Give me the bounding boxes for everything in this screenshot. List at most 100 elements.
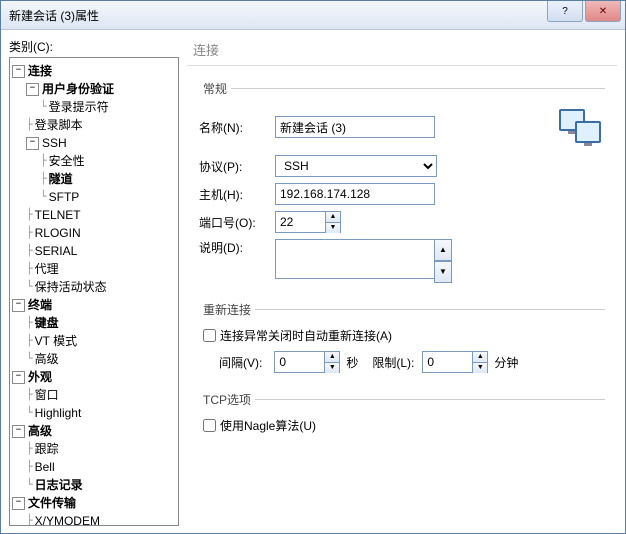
tree-branch-icon: ├ [40,152,47,170]
tree-telnet[interactable]: ├TELNET [12,206,176,224]
settings-panel: 连接 常规 名称(N): 协议(P): SSH [187,38,617,526]
tree-branch-icon: ├ [26,116,33,134]
tree-tunnel[interactable]: ├隧道 [12,170,176,188]
tree-branch-icon: ├ [26,224,33,242]
window-buttons: ? ✕ [545,1,621,22]
tree-security[interactable]: ├安全性 [12,152,176,170]
tree-keepalive[interactable]: └保持活动状态 [12,278,176,296]
dialog-body: 类别(C): −连接 −用户身份验证 └登录提示符 ├登录脚本 −SSH ├安全… [1,30,625,534]
tree-branch-icon: └ [26,476,33,494]
category-tree: −连接 −用户身份验证 └登录提示符 ├登录脚本 −SSH ├安全性 ├隧道 └… [9,57,179,526]
reconnect-checkbox[interactable] [203,329,216,342]
collapse-icon[interactable]: − [12,497,25,510]
interval-unit: 秒 [346,354,358,371]
tree-window[interactable]: ├窗口 [12,386,176,404]
tree-branch-icon: ├ [26,314,33,332]
tree-serial[interactable]: ├SERIAL [12,242,176,260]
tree-trace[interactable]: ├跟踪 [12,440,176,458]
port-label: 端口号(O): [199,214,275,231]
collapse-icon[interactable]: − [12,425,25,438]
interval-up-button[interactable]: ▲ [325,352,339,363]
dialog-window: 新建会话 (3)属性 ? ✕ 类别(C): −连接 −用户身份验证 └登录提示符… [0,0,626,534]
tcp-legend: TCP选项 [199,391,255,408]
tree-sftp[interactable]: └SFTP [12,188,176,206]
tree-branch-icon: ├ [26,260,33,278]
tree-advanced[interactable]: −高级 [12,422,176,440]
tcp-group: TCP选项 使用Nagle算法(U) [199,391,605,443]
tree-rlogin[interactable]: ├RLOGIN [12,224,176,242]
reconnect-chk-label: 连接异常关闭时自动重新连接(A) [220,327,392,344]
reconnect-legend: 重新连接 [199,301,255,318]
tree-proxy[interactable]: ├代理 [12,260,176,278]
interval-down-button[interactable]: ▼ [325,363,339,373]
collapse-icon[interactable]: − [12,371,25,384]
host-label: 主机(H): [199,186,275,203]
port-up-button[interactable]: ▲ [326,212,340,223]
close-button[interactable]: ✕ [585,1,621,22]
tree-ssh[interactable]: −SSH [12,134,176,152]
collapse-icon[interactable]: − [26,83,39,96]
general-legend: 常规 [199,80,231,97]
desc-label: 说明(D): [199,239,275,256]
protocol-label: 协议(P): [199,158,275,175]
category-label: 类别(C): [9,38,179,55]
nagle-chk-label: 使用Nagle算法(U) [220,417,316,434]
interval-input[interactable] [274,351,324,373]
titlebar: 新建会话 (3)属性 ? ✕ [1,1,625,30]
tree-branch-icon: └ [40,98,47,116]
protocol-select[interactable]: SSH [275,155,437,177]
help-button[interactable]: ? [547,1,583,22]
session-icon [555,105,605,149]
nagle-checkbox[interactable] [203,419,216,432]
desc-up-button[interactable]: ▲ [434,239,452,261]
tree-highlight[interactable]: └Highlight [12,404,176,422]
tree-bell[interactable]: ├Bell [12,458,176,476]
limit-input[interactable] [422,351,472,373]
tree-branch-icon: ├ [26,332,33,350]
tree-branch-icon: ├ [26,206,33,224]
name-label: 名称(N): [199,119,275,136]
tree-terminal[interactable]: −终端 [12,296,176,314]
limit-label: 限制(L): [372,354,414,371]
tree-keyboard[interactable]: ├键盘 [12,314,176,332]
collapse-icon[interactable]: − [12,65,25,78]
desc-down-button[interactable]: ▼ [434,261,452,283]
port-down-button[interactable]: ▼ [326,223,340,233]
interval-label: 间隔(V): [219,354,262,371]
collapse-icon[interactable]: − [26,137,39,150]
tree-vtmode[interactable]: ├VT 模式 [12,332,176,350]
limit-up-button[interactable]: ▲ [473,352,487,363]
tree-branch-icon: ├ [26,512,33,526]
reconnect-group: 重新连接 连接异常关闭时自动重新连接(A) 间隔(V): ▲▼ 秒 限制(L [199,301,605,381]
collapse-icon[interactable]: − [12,299,25,312]
tree-connection[interactable]: −连接 [12,62,176,80]
panel-content: 常规 名称(N): 协议(P): SSH 主机(H): [187,66,617,461]
tree-loginscript[interactable]: ├登录脚本 [12,116,176,134]
tree-branch-icon: └ [26,350,33,368]
window-title: 新建会话 (3)属性 [9,7,99,24]
port-input[interactable] [275,211,325,233]
tree-branch-icon: ├ [26,440,33,458]
tree-branch-icon: └ [40,188,47,206]
tree-branch-icon: ├ [26,242,33,260]
tree-xymodem[interactable]: ├X/YMODEM [12,512,176,526]
tree-branch-icon: ├ [26,386,33,404]
general-group: 常规 名称(N): 协议(P): SSH 主机(H): [199,80,605,291]
host-input[interactable] [275,183,435,205]
tree-branch-icon: └ [26,404,33,422]
tree-branch-icon: └ [26,278,33,296]
limit-unit: 分钟 [494,354,518,371]
tree-branch-icon: ├ [26,458,33,476]
desc-textarea[interactable] [275,239,435,279]
tree-adv-term[interactable]: └高级 [12,350,176,368]
name-input[interactable] [275,116,435,138]
category-column: 类别(C): −连接 −用户身份验证 └登录提示符 ├登录脚本 −SSH ├安全… [9,38,179,526]
tree-auth[interactable]: −用户身份验证 [12,80,176,98]
limit-down-button[interactable]: ▼ [473,363,487,373]
tree-appearance[interactable]: −外观 [12,368,176,386]
tree-log[interactable]: └日志记录 [12,476,176,494]
tree-loginprompt[interactable]: └登录提示符 [12,98,176,116]
tree-branch-icon: ├ [40,170,47,188]
panel-title: 连接 [187,38,617,66]
tree-filetransfer[interactable]: −文件传输 [12,494,176,512]
